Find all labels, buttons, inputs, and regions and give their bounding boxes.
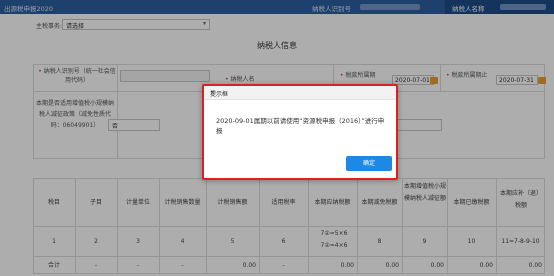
dialog-message: 2020-09-01属期以前请使用“资源税申报（2016）”进行申报 [216,117,385,135]
alert-dialog: 提示框 × 2020-09-01属期以前请使用“资源税申报（2016）”进行申报… [202,84,398,180]
close-icon[interactable]: × [210,89,391,96]
dialog-header: 提示框 × [204,86,396,100]
confirm-button[interactable]: 确定 [346,156,392,171]
